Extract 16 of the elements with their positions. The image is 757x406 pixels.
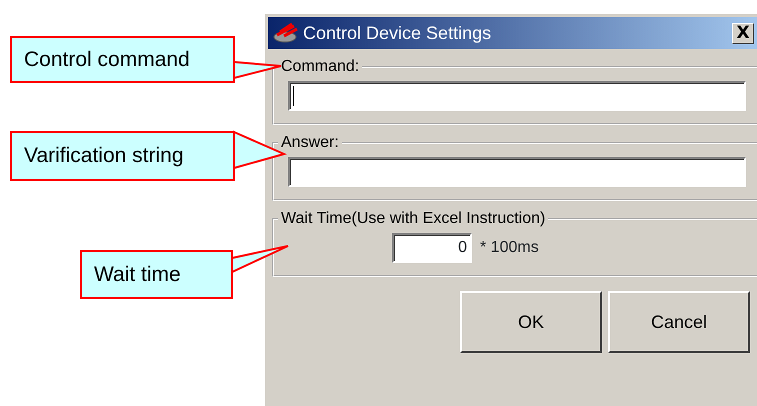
group-label: Answer: (280, 135, 340, 151)
device-icon (272, 22, 300, 44)
callout: Control command (10, 36, 235, 83)
number-field[interactable]: 0 (392, 233, 472, 263)
group-label: Wait Time(Use with Excel Instruction) (280, 211, 546, 227)
callout: Wait time (80, 250, 233, 299)
close-button[interactable]: X (732, 22, 754, 44)
cancel-button[interactable]: Cancel (608, 291, 750, 353)
input-field[interactable] (288, 81, 746, 111)
ok-button[interactable]: OK (460, 291, 602, 353)
callout-pointer (231, 245, 289, 274)
window-title: Control Device Settings (303, 22, 492, 45)
input-field[interactable] (288, 157, 746, 187)
unit-label: * 100ms (480, 238, 539, 258)
callout-pointer (233, 60, 282, 80)
group-label: Command: (280, 59, 360, 75)
